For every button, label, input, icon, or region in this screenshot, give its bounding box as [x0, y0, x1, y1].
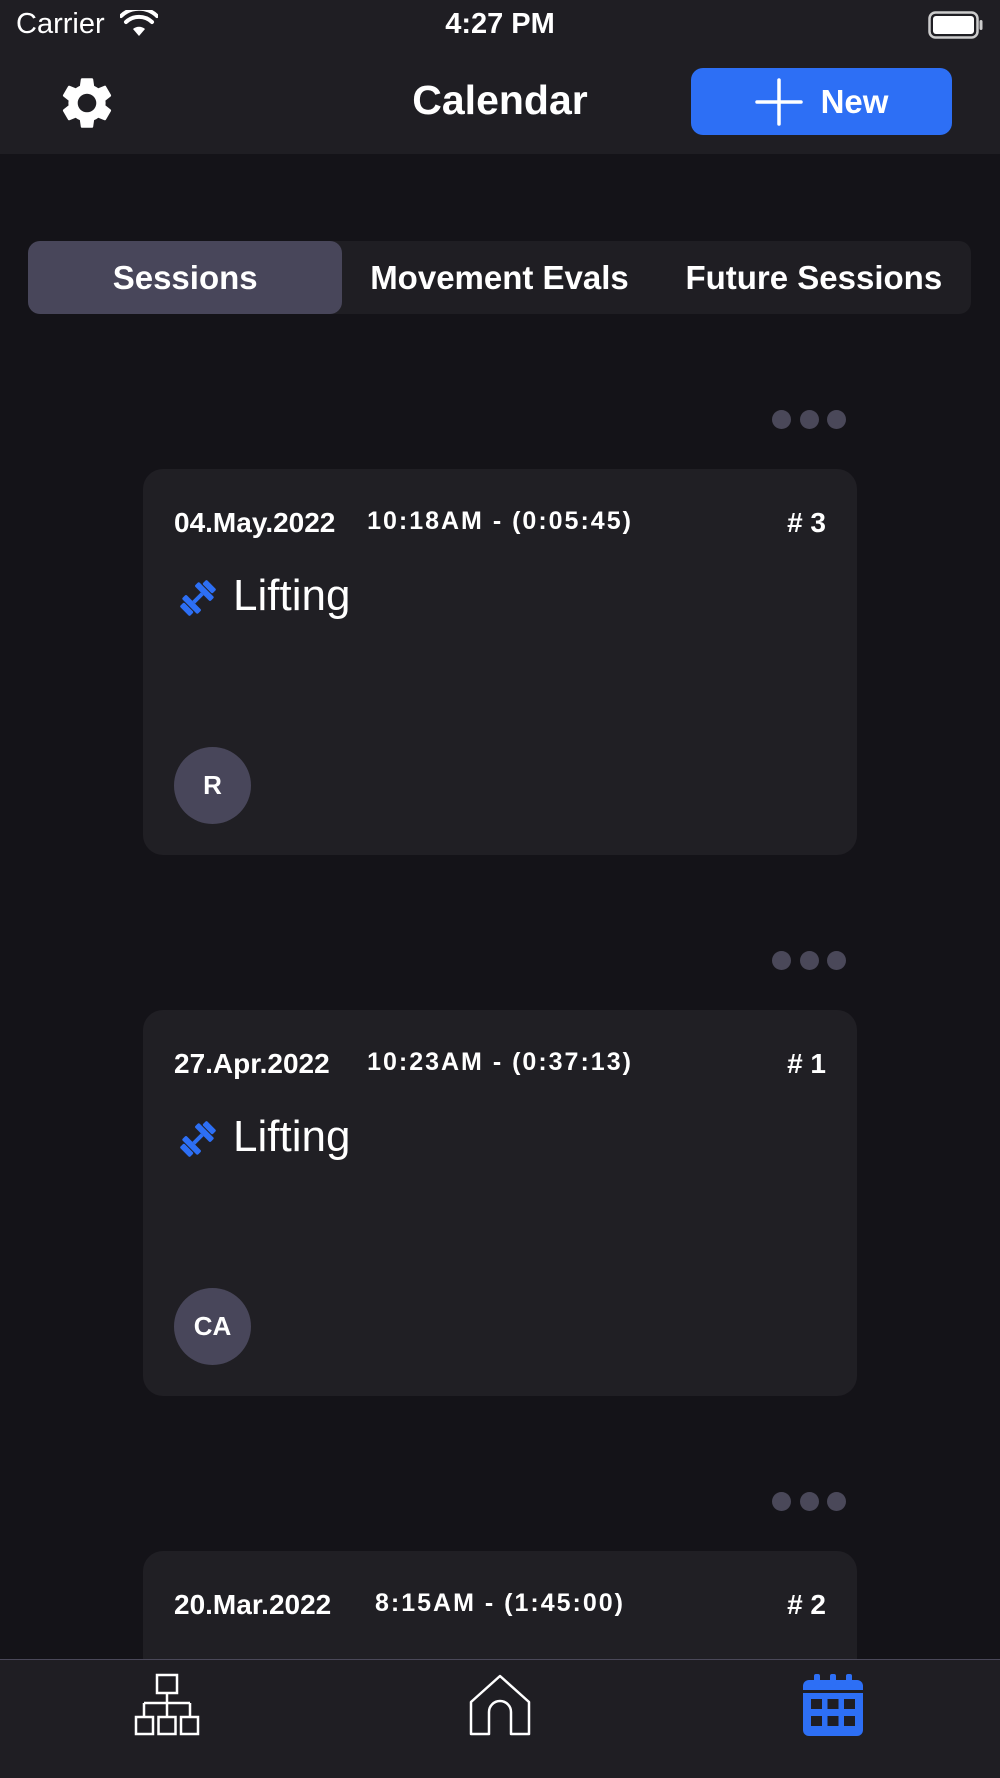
session-card[interactable]: 27.Apr.2022 10:23AM - (0:37:13) # 1 Lift…: [143, 1010, 857, 1396]
dot-icon: [827, 950, 846, 970]
more-options-button[interactable]: [772, 1490, 846, 1512]
dot-icon: [799, 950, 819, 970]
avatar: R: [174, 747, 251, 824]
session-number: # 1: [787, 1048, 826, 1079]
plus-icon: [754, 77, 803, 126]
session-time: 8:15AM - (1:45:00): [375, 1589, 625, 1617]
session-time: 10:23AM - (0:37:13): [367, 1048, 633, 1076]
dot-icon: [827, 1491, 846, 1511]
tab-movement-evals[interactable]: Movement Evals: [342, 241, 656, 314]
dot-icon: [799, 1491, 819, 1511]
status-bar: Carrier 4:27 PM: [0, 0, 1000, 50]
calendar-icon[interactable]: [800, 1672, 866, 1738]
dot-icon: [772, 950, 791, 970]
status-time: 4:27 PM: [445, 8, 555, 40]
session-card[interactable]: 04.May.2022 10:18AM - (0:05:45) # 3 Lift…: [143, 469, 857, 855]
session-time: 10:18AM - (0:05:45): [367, 507, 633, 535]
session-card[interactable]: 20.Mar.2022 8:15AM - (1:45:00) # 2: [143, 1551, 857, 1659]
home-icon[interactable]: [467, 1672, 533, 1738]
more-options-button[interactable]: [772, 949, 846, 971]
session-number: # 2: [787, 1589, 826, 1620]
dot-icon: [772, 1491, 791, 1511]
session-type: Lifting: [233, 571, 351, 620]
dot-icon: [799, 409, 819, 429]
avatar: CA: [174, 1288, 251, 1365]
nav-bar: Calendar New: [0, 50, 1000, 154]
tab-future-sessions[interactable]: Future Sessions: [657, 241, 971, 314]
new-button[interactable]: New: [691, 68, 952, 135]
battery-icon: [928, 11, 983, 39]
new-button-label: New: [820, 82, 889, 120]
segmented-control: Sessions Movement Evals Future Sessions: [28, 241, 971, 314]
hierarchy-icon[interactable]: [134, 1672, 200, 1738]
dumbbell-icon: [180, 580, 216, 616]
tab-bar: [0, 1659, 1000, 1778]
dot-icon: [772, 409, 791, 429]
dumbbell-icon: [180, 1121, 216, 1157]
session-number: # 3: [787, 507, 826, 538]
more-options-button[interactable]: [772, 408, 846, 430]
tab-sessions[interactable]: Sessions: [28, 241, 343, 314]
session-type: Lifting: [233, 1112, 351, 1161]
dot-icon: [827, 409, 846, 429]
